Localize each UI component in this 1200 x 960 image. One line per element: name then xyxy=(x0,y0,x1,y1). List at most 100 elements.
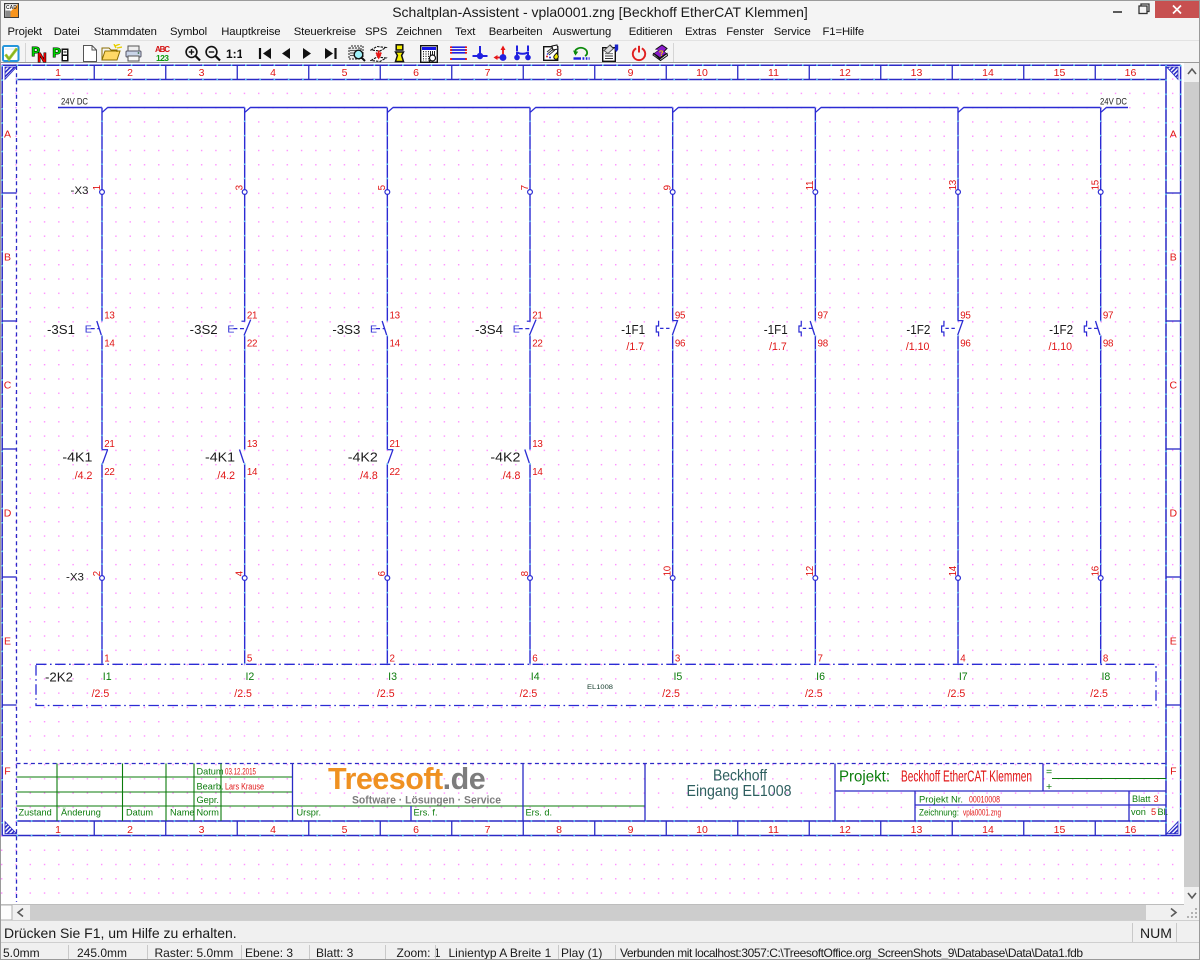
svg-text:95: 95 xyxy=(675,310,686,321)
svg-text:Lars Krause: Lars Krause xyxy=(225,781,264,792)
svg-text:I7: I7 xyxy=(959,671,968,683)
svg-text:3: 3 xyxy=(675,654,681,665)
svg-text:14: 14 xyxy=(390,339,401,350)
svg-text:-3S3: -3S3 xyxy=(332,323,360,337)
svg-text:I5: I5 xyxy=(673,671,682,683)
svg-text:13: 13 xyxy=(532,439,543,450)
svg-text:5: 5 xyxy=(377,184,388,190)
svg-text:/4.2: /4.2 xyxy=(75,470,93,482)
svg-text:-X3: -X3 xyxy=(66,571,84,583)
svg-text:+: + xyxy=(1046,781,1052,793)
svg-text:/2.5: /2.5 xyxy=(377,688,395,700)
svg-text:24V DC: 24V DC xyxy=(61,97,88,108)
svg-text:16: 16 xyxy=(1125,67,1137,79)
svg-text:12: 12 xyxy=(839,824,851,836)
svg-text:3: 3 xyxy=(199,67,205,79)
svg-text:-2K2: -2K2 xyxy=(45,670,73,684)
svg-text:Ers. d.: Ers. d. xyxy=(526,808,553,818)
svg-text:5: 5 xyxy=(247,654,253,665)
svg-text:9: 9 xyxy=(662,185,673,190)
svg-text:21: 21 xyxy=(104,439,114,450)
svg-text:7: 7 xyxy=(485,67,491,79)
svg-text:-1F2: -1F2 xyxy=(906,323,930,337)
svg-text:Treesoft.de: Treesoft.de xyxy=(328,762,485,796)
svg-text:4: 4 xyxy=(234,570,245,576)
svg-text:Beckhoff EtherCAT Klemmen: Beckhoff EtherCAT Klemmen xyxy=(901,769,1032,786)
svg-text:4: 4 xyxy=(270,67,276,79)
svg-text:Gepr.: Gepr. xyxy=(197,795,219,805)
svg-text:97: 97 xyxy=(1103,310,1113,321)
svg-text:9: 9 xyxy=(628,824,634,836)
svg-text:C: C xyxy=(1170,380,1178,392)
svg-text:F: F xyxy=(1170,766,1176,778)
svg-text:/4.8: /4.8 xyxy=(503,470,521,482)
svg-text:-4K1: -4K1 xyxy=(62,450,92,464)
svg-text:Software · Lösungen · Service: Software · Lösungen · Service xyxy=(352,795,501,807)
svg-text:4: 4 xyxy=(270,824,276,836)
svg-text:8: 8 xyxy=(520,570,531,576)
svg-text:Urspr.: Urspr. xyxy=(297,808,322,818)
svg-text:/4.2: /4.2 xyxy=(217,470,235,482)
svg-text:Blatt: Blatt xyxy=(1132,794,1151,804)
svg-text:13: 13 xyxy=(390,310,401,321)
svg-text:3: 3 xyxy=(199,824,205,836)
svg-text:98: 98 xyxy=(818,339,829,350)
svg-text:Beckhoff: Beckhoff xyxy=(713,767,767,784)
svg-text:7: 7 xyxy=(818,654,823,665)
svg-text:=: = xyxy=(1046,766,1052,778)
svg-text:14: 14 xyxy=(948,565,959,576)
svg-text:-1F1: -1F1 xyxy=(621,323,645,337)
svg-text:/2.5: /2.5 xyxy=(520,688,538,700)
svg-text:22: 22 xyxy=(532,339,542,350)
svg-text:7: 7 xyxy=(485,824,491,836)
svg-text:E: E xyxy=(4,636,11,648)
svg-text:14: 14 xyxy=(982,824,994,836)
svg-text:98: 98 xyxy=(1103,339,1114,350)
svg-text:A: A xyxy=(4,129,11,141)
svg-text:6: 6 xyxy=(413,67,419,79)
svg-text:E: E xyxy=(1170,636,1177,648)
svg-text:-1F2: -1F2 xyxy=(1049,323,1073,337)
svg-text:F: F xyxy=(4,766,10,778)
svg-text:/2.5: /2.5 xyxy=(92,688,110,700)
svg-text:13: 13 xyxy=(911,824,923,836)
svg-text:1: 1 xyxy=(55,67,61,79)
svg-text:13: 13 xyxy=(948,179,959,190)
svg-text:15: 15 xyxy=(1054,824,1066,836)
svg-text:21: 21 xyxy=(390,439,400,450)
svg-text:14: 14 xyxy=(247,467,258,478)
svg-text:B: B xyxy=(1170,252,1177,264)
svg-text:96: 96 xyxy=(675,339,686,350)
svg-text:/2.5: /2.5 xyxy=(662,688,680,700)
svg-text:-4K2: -4K2 xyxy=(348,450,378,464)
svg-text:Bearb.: Bearb. xyxy=(197,781,224,791)
svg-text:D: D xyxy=(4,508,12,520)
svg-text:Projekt:: Projekt: xyxy=(839,769,890,786)
svg-text:-1F1: -1F1 xyxy=(764,323,788,337)
svg-text:/1.7: /1.7 xyxy=(626,341,644,353)
svg-text:8: 8 xyxy=(556,824,562,836)
svg-text:1: 1 xyxy=(104,654,109,665)
svg-text:6: 6 xyxy=(377,570,388,576)
svg-text:11: 11 xyxy=(768,67,779,79)
svg-text:Zeichnung:: Zeichnung: xyxy=(919,807,959,818)
svg-text:13: 13 xyxy=(247,439,258,450)
svg-text:/1.10: /1.10 xyxy=(1049,341,1073,353)
svg-text:15: 15 xyxy=(1090,179,1101,190)
svg-text:E: E xyxy=(85,324,92,336)
svg-text:-X3: -X3 xyxy=(71,185,89,197)
svg-text:1: 1 xyxy=(92,185,103,190)
svg-text:/1.7: /1.7 xyxy=(769,341,787,353)
svg-text:11: 11 xyxy=(768,824,779,836)
svg-text:E: E xyxy=(227,324,234,336)
svg-text:Datum: Datum xyxy=(197,766,224,776)
svg-text:EL1008: EL1008 xyxy=(587,684,613,691)
svg-text:00010008: 00010008 xyxy=(969,794,1000,805)
svg-text:5: 5 xyxy=(342,67,348,79)
svg-text:C: C xyxy=(4,380,12,392)
svg-text:Projekt Nr.: Projekt Nr. xyxy=(919,794,963,805)
svg-text:-3S2: -3S2 xyxy=(190,323,218,337)
svg-text:P: P xyxy=(53,46,61,60)
svg-text:21: 21 xyxy=(247,310,257,321)
svg-text:16: 16 xyxy=(1125,824,1137,836)
